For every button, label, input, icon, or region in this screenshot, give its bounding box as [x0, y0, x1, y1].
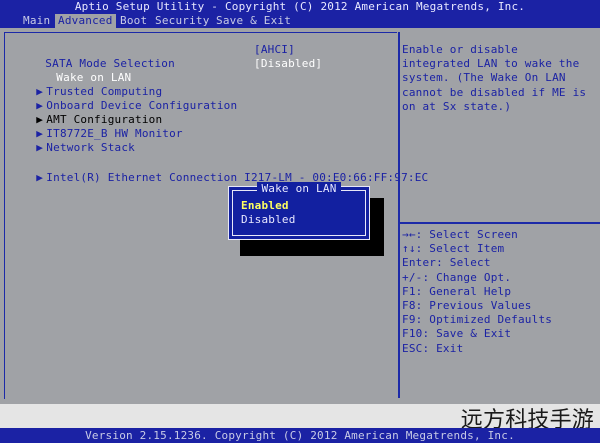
key-hint: +/-: Change Opt. — [402, 271, 512, 284]
submenu-trusted-computing[interactable]: ▶ Trusted Computing — [9, 71, 162, 98]
menu-main[interactable]: Main — [20, 14, 53, 28]
key-hint: F9: Optimized Defaults — [402, 313, 553, 326]
menu-save-exit[interactable]: Save & Exit — [213, 14, 294, 28]
sata-mode-row[interactable]: SATA Mode Selection [AHCI] — [18, 43, 294, 70]
help-description: Enable or disable integrated LAN to wake… — [402, 43, 587, 113]
menu-boot[interactable]: Boot — [117, 14, 150, 28]
key-hint: F10: Save & Exit — [402, 327, 512, 340]
help-divider — [400, 222, 600, 224]
title-bar: Aptio Setup Utility - Copyright (C) 2012… — [0, 0, 600, 14]
popup-option-disabled[interactable]: Disabled — [241, 213, 296, 227]
popup-title-text: Wake on LAN — [257, 182, 341, 195]
popup-frame: Wake on LAN Enabled Disabled — [232, 182, 366, 236]
key-hint: F1: General Help — [402, 285, 512, 298]
key-hint: F8: Previous Values — [402, 299, 532, 312]
bios-title: Aptio Setup Utility - Copyright (C) 2012… — [74, 0, 526, 13]
submenu-hw-monitor[interactable]: ▶ IT8772E_B HW Monitor — [9, 113, 183, 140]
popup-option-enabled[interactable]: Enabled — [241, 199, 289, 213]
menu-security[interactable]: Security — [152, 14, 213, 28]
key-hint: ESC: Exit — [402, 342, 464, 355]
key-hint: →←: Select Screen — [402, 228, 518, 241]
menu-bar: Main Advanced Boot Security Save & Exit — [0, 14, 600, 28]
status-bar: Version 2.15.1236. Copyright (C) 2012 Am… — [0, 428, 600, 443]
key-hint: ↑↓: Select Item — [402, 242, 505, 255]
wake-on-lan-row[interactable]: Wake on LAN [Disabled] — [18, 57, 322, 84]
key-hint: Enter: Select — [402, 256, 491, 269]
submenu-network-stack[interactable]: ▶ Network Stack — [9, 127, 135, 154]
wake-on-lan-popup: Wake on LAN Enabled Disabled — [228, 182, 370, 240]
triangle-right-icon: ▶ — [36, 171, 44, 184]
sata-mode-value[interactable]: [AHCI] — [254, 43, 295, 57]
triangle-right-icon: ▶ — [36, 141, 44, 154]
submenu-amt-configuration[interactable]: ▶ AMT Configuration — [9, 99, 162, 126]
version-text: Version 2.15.1236. Copyright (C) 2012 Am… — [85, 429, 515, 442]
wake-on-lan-value[interactable]: [Disabled] — [254, 57, 322, 71]
submenu-intel-ethernet[interactable]: ▶ Intel(R) Ethernet Connection I217-LM - … — [9, 157, 428, 184]
submenu-onboard-device[interactable]: ▶ Onboard Device Configuration — [9, 85, 237, 112]
menu-advanced[interactable]: Advanced — [55, 14, 116, 28]
popup-title: Wake on LAN — [233, 182, 365, 196]
submenu-label: Network Stack — [46, 141, 135, 154]
